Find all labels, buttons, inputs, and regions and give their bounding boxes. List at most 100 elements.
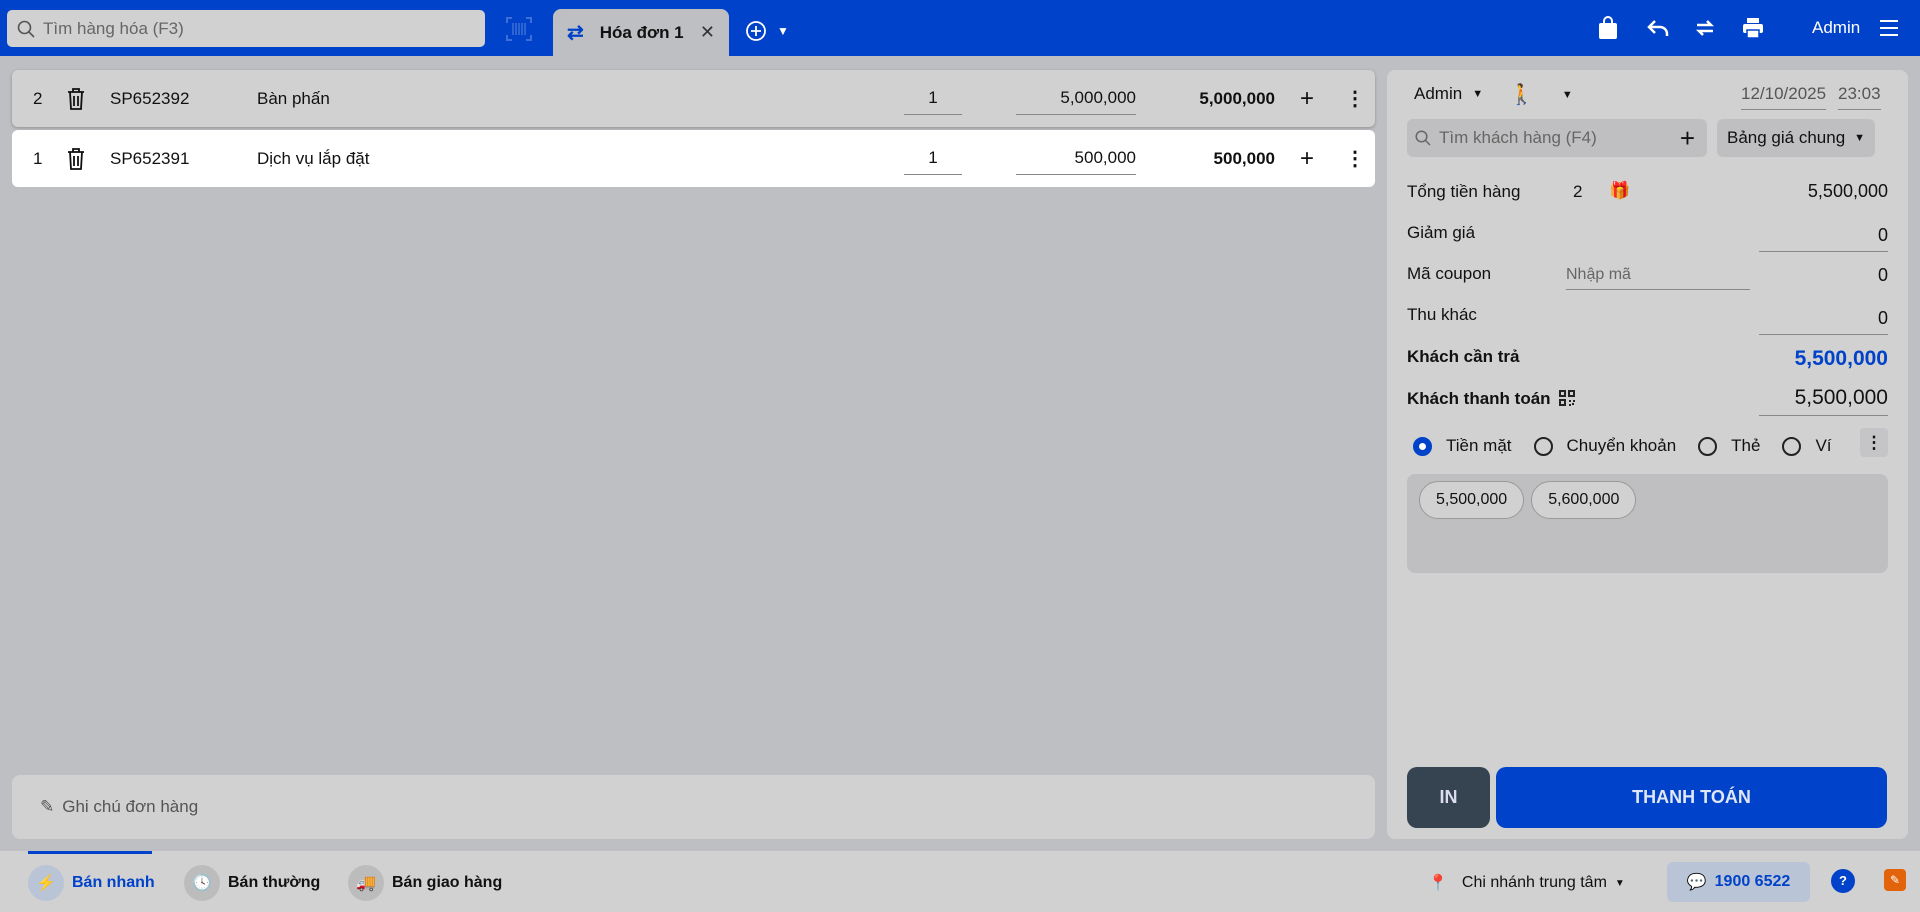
other-charges-label: Thu khác: [1407, 305, 1477, 324]
hotline-number: 1900 6522: [1714, 873, 1791, 890]
coupon-value: 0: [1877, 265, 1888, 285]
method-label: Thẻ: [1731, 436, 1761, 455]
chevron-down-icon: ▼: [1561, 88, 1573, 101]
lightning-icon: ⚡: [28, 865, 64, 901]
feedback-icon[interactable]: ✎: [1884, 869, 1906, 891]
subtotal-label: Tổng tiền hàng: [1407, 182, 1521, 201]
row-index: 2: [33, 88, 43, 108]
amount-due-value: 5,500,000: [1794, 347, 1888, 370]
radio-transfer[interactable]: [1533, 436, 1553, 456]
active-mode-indicator: [28, 851, 152, 854]
method-label: Ví: [1815, 436, 1832, 455]
add-tab-button[interactable]: ▼: [745, 20, 789, 42]
customer-paid-label: Khách thanh toán: [1407, 389, 1551, 408]
barcode-scan-icon[interactable]: [506, 17, 532, 41]
add-customer-icon[interactable]: +: [1680, 123, 1695, 154]
plus-icon[interactable]: +: [1300, 85, 1314, 113]
tab-invoice-1[interactable]: ⇄ Hóa đơn 1 ✕: [553, 9, 729, 56]
coupon-input[interactable]: Nhập mã: [1566, 266, 1750, 290]
hotline-button[interactable]: 💬 1900 6522: [1667, 862, 1810, 902]
chevron-down-icon: ▼: [1614, 877, 1625, 889]
item-code: SP652392: [110, 88, 190, 108]
amount-due-label: Khách cần trả: [1407, 347, 1520, 366]
more-vert-icon[interactable]: ⋮: [1345, 86, 1365, 111]
swap-icon: ⇄: [567, 22, 584, 44]
bag-icon[interactable]: [1598, 16, 1618, 40]
discount-input[interactable]: 0: [1759, 225, 1888, 252]
more-methods-icon[interactable]: ⋮: [1860, 428, 1888, 457]
trash-icon[interactable]: [67, 147, 85, 170]
product-search-input[interactable]: Tìm hàng hóa (F3): [7, 10, 485, 47]
quantity-input[interactable]: 1: [904, 88, 962, 115]
seller-select[interactable]: Admin ▼: [1414, 84, 1483, 104]
line-total: 500,000: [1213, 148, 1275, 168]
plus-icon[interactable]: +: [1300, 145, 1314, 173]
user-menu[interactable]: Admin: [1812, 18, 1860, 38]
search-icon: [1415, 130, 1431, 146]
chat-icon: 💬: [1686, 874, 1707, 891]
location-pin-icon: 📍: [1428, 875, 1448, 892]
seller-name: Admin: [1414, 84, 1463, 103]
mode-normal-sale[interactable]: 🕓 Bán thường: [184, 865, 320, 901]
walking-person-icon: 🚶: [1509, 84, 1534, 106]
amount-suggestions: 5,500,000 5,600,000: [1407, 474, 1888, 573]
price-list-select[interactable]: Bảng giá chung ▼: [1717, 119, 1875, 157]
mode-quick-sale[interactable]: ⚡ Bán nhanh: [28, 865, 155, 901]
close-tab-icon[interactable]: ✕: [700, 22, 715, 43]
bottom-bar: ⚡ Bán nhanh 🕓 Bán thường 🚚 Bán giao hàng 📍 C…: [0, 851, 1920, 912]
gift-icon[interactable]: 🎁: [1609, 181, 1630, 201]
item-count: 2: [1573, 182, 1583, 201]
qr-code-icon[interactable]: [1559, 390, 1575, 406]
invoice-date[interactable]: 12/10/2025: [1741, 84, 1827, 110]
tab-label: Hóa đơn 1: [599, 22, 684, 42]
cart-row: 1 SP652391 Dịch vụ lắp đặt 1 500,000 500…: [12, 130, 1375, 187]
sync-icon[interactable]: [1693, 16, 1717, 40]
search-icon: [17, 20, 35, 38]
notes-placeholder: Ghi chú đơn hàng: [62, 797, 199, 816]
chevron-down-icon: ▼: [1472, 88, 1484, 100]
search-placeholder: Tìm hàng hóa (F3): [43, 18, 184, 38]
radio-cash[interactable]: [1413, 436, 1432, 456]
mode-label: Bán nhanh: [72, 874, 155, 891]
customer-paid-input[interactable]: 5,500,000: [1759, 386, 1888, 416]
order-notes-input[interactable]: ✎ Ghi chú đơn hàng: [12, 775, 1375, 839]
method-label: Tiền mặt: [1446, 436, 1512, 455]
more-vert-icon[interactable]: ⋮: [1345, 146, 1365, 171]
item-code: SP652391: [110, 148, 190, 168]
cart-row: 2 SP652392 Bàn phấn 1 5,000,000 5,000,00…: [12, 70, 1375, 127]
item-name: Dịch vụ lắp đặt: [257, 148, 370, 168]
item-name: Bàn phấn: [257, 88, 330, 108]
print-button[interactable]: IN: [1407, 767, 1490, 828]
discount-label: Giảm giá: [1407, 223, 1476, 242]
undo-icon[interactable]: [1646, 16, 1670, 40]
pay-button[interactable]: THANH TOÁN: [1496, 767, 1887, 828]
trash-icon[interactable]: [67, 87, 85, 110]
checkout-panel: Admin ▼ 🚶 ▼ 12/10/2025 23:03 Tìm khách hàn…: [1387, 70, 1908, 839]
hamburger-menu-icon[interactable]: [1879, 19, 1899, 37]
clock-icon: 🕓: [184, 865, 220, 901]
price-input[interactable]: 5,000,000: [1016, 88, 1136, 115]
radio-card[interactable]: [1698, 436, 1718, 456]
help-icon[interactable]: ?: [1831, 869, 1855, 893]
invoice-time[interactable]: 23:03: [1838, 84, 1881, 110]
mode-delivery-sale[interactable]: 🚚 Bán giao hàng: [348, 865, 502, 901]
suggestion-chip[interactable]: 5,600,000: [1531, 481, 1637, 519]
radio-wallet[interactable]: [1782, 436, 1802, 456]
quantity-input[interactable]: 1: [904, 148, 962, 175]
printer-icon[interactable]: [1741, 16, 1765, 40]
line-total: 5,000,000: [1199, 88, 1275, 108]
branch-select[interactable]: 📍 Chi nhánh trung tâm ▼: [1428, 873, 1625, 893]
mode-label: Bán thường: [228, 874, 321, 891]
suggestion-chip[interactable]: 5,500,000: [1419, 481, 1525, 519]
payment-methods: Tiền mặt Chuyển khoản Thẻ Ví: [1413, 436, 1832, 456]
customer-search-input[interactable]: Tìm khách hàng (F4) +: [1407, 119, 1707, 157]
truck-icon: 🚚: [348, 865, 384, 901]
subtotal-value: 5,500,000: [1807, 181, 1888, 201]
price-list-label: Bảng giá chung: [1727, 128, 1846, 147]
chevron-down-icon: ▼: [1854, 132, 1865, 144]
sales-channel-select[interactable]: 🚶 ▼: [1509, 82, 1573, 107]
price-input[interactable]: 500,000: [1016, 148, 1136, 175]
other-charges-input[interactable]: 0: [1759, 308, 1888, 335]
method-label: Chuyển khoản: [1566, 436, 1677, 455]
row-index: 1: [33, 148, 43, 168]
